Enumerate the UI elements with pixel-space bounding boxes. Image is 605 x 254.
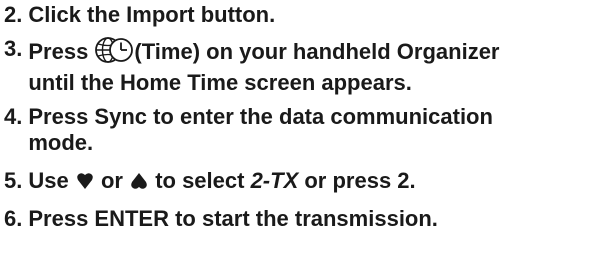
step-text: or press 2. xyxy=(298,168,416,193)
step-6: 6. Press ENTER to start the transmission… xyxy=(4,206,602,232)
up-arrow-icon xyxy=(130,170,148,196)
step-5: 5. Use or to select 2-TX or press 2. xyxy=(4,168,602,196)
step-text: Press xyxy=(28,39,95,64)
step-text: Press Sync to enter the data communicati… xyxy=(28,104,493,129)
step-text: Press ENTER to start the transmission. xyxy=(28,206,438,231)
step-text-continued: mode. xyxy=(28,130,94,155)
step-text: Click the Import button. xyxy=(28,2,276,27)
step-text: (Time) on your handheld Organizer xyxy=(134,39,500,64)
world-clock-icon xyxy=(94,36,134,70)
step-text-continued: until the Home Time screen appears. xyxy=(28,70,412,95)
step-number: 5. xyxy=(4,168,23,193)
step-text: to select xyxy=(149,168,251,193)
step-number: 2. xyxy=(4,2,23,27)
step-4: 4. Press Sync to enter the data communic… xyxy=(4,104,602,156)
step-text: Use xyxy=(28,168,75,193)
step-number: 3. xyxy=(4,36,23,61)
step-text: or xyxy=(94,168,130,193)
step-3: 3. Press (Time) on your handheld Organiz… xyxy=(4,36,602,96)
step-2: 2. Click the Import button. xyxy=(4,2,602,28)
step-number: 4. xyxy=(4,104,23,129)
option-name: 2-TX xyxy=(250,168,299,193)
step-number: 6. xyxy=(4,206,23,231)
down-arrow-icon xyxy=(76,170,94,196)
instruction-steps: 2. Click the Import button. 3. Press (Ti… xyxy=(4,2,602,232)
